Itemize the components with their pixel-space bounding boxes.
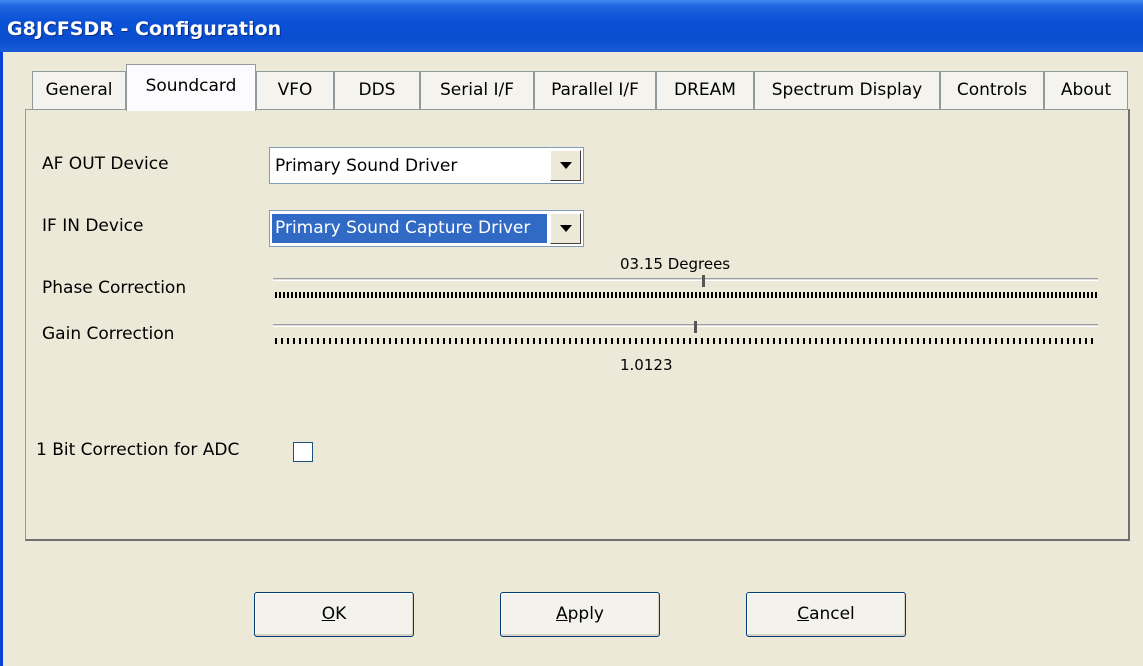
- af-out-dropdown-button[interactable]: [550, 150, 581, 181]
- ok-button[interactable]: OK: [254, 592, 414, 637]
- tab-vfo[interactable]: VFO: [256, 71, 334, 109]
- chevron-down-icon: [560, 162, 572, 169]
- tab-general[interactable]: General: [32, 71, 126, 109]
- phase-slider-ticks: [275, 292, 1097, 298]
- one-bit-correction-label: 1 Bit Correction for ADC: [36, 440, 240, 460]
- af-out-value: Primary Sound Driver: [275, 156, 458, 176]
- apply-button[interactable]: Apply: [500, 592, 660, 637]
- af-out-device-select[interactable]: Primary Sound Driver: [269, 147, 584, 184]
- tab-spectrum-display[interactable]: Spectrum Display: [754, 71, 940, 109]
- one-bit-correction-checkbox[interactable]: [293, 442, 313, 462]
- gain-readout: 1.0123: [620, 356, 673, 374]
- tab-parallel-if[interactable]: Parallel I/F: [534, 71, 656, 109]
- tab-controls[interactable]: Controls: [940, 71, 1044, 109]
- if-in-label: IF IN Device: [42, 216, 144, 236]
- tab-soundcard[interactable]: Soundcard: [126, 64, 256, 111]
- tab-dream[interactable]: DREAM: [656, 71, 754, 109]
- gain-slider-track: [273, 324, 1098, 327]
- tab-dds[interactable]: DDS: [334, 71, 420, 109]
- phase-correction-label: Phase Correction: [42, 278, 187, 298]
- if-in-device-select[interactable]: Primary Sound Capture Driver: [269, 210, 584, 247]
- tab-about[interactable]: About: [1044, 71, 1128, 109]
- phase-slider-track: [273, 278, 1098, 281]
- window-title: G8JCFSDR - Configuration: [7, 18, 282, 40]
- if-in-dropdown-button[interactable]: [550, 213, 581, 244]
- gain-slider-ticks: [275, 338, 1097, 344]
- af-out-label: AF OUT Device: [42, 154, 169, 174]
- phase-slider-thumb[interactable]: [702, 275, 705, 287]
- cancel-button[interactable]: Cancel: [746, 592, 906, 637]
- chevron-down-icon: [560, 225, 572, 232]
- phase-readout: 03.15 Degrees: [620, 255, 731, 273]
- gain-slider-thumb[interactable]: [694, 321, 697, 333]
- if-in-value: Primary Sound Capture Driver: [272, 214, 547, 243]
- tab-serial-if[interactable]: Serial I/F: [420, 71, 534, 109]
- window-frame: [0, 52, 3, 666]
- gain-correction-label: Gain Correction: [42, 324, 175, 344]
- title-bar[interactable]: G8JCFSDR - Configuration: [0, 0, 1143, 52]
- configuration-window: G8JCFSDR - Configuration General Soundca…: [0, 0, 1143, 666]
